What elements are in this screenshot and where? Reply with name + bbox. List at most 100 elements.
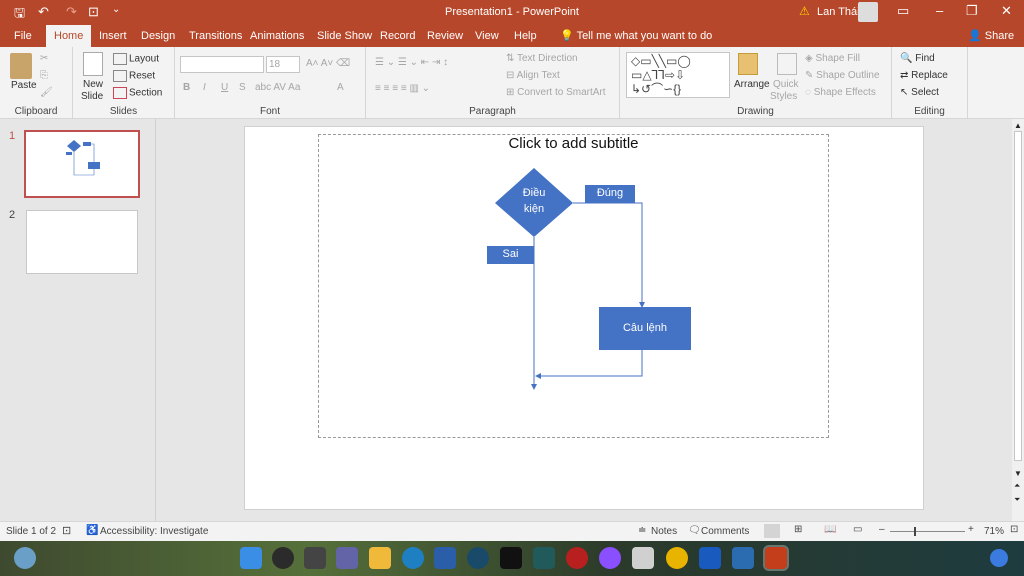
tab-record[interactable]: Record bbox=[374, 25, 421, 47]
slide-thumbnail-2[interactable] bbox=[26, 210, 138, 274]
shapes-gallery[interactable]: ◇▭╲╲▭◯ ▭△⅂⅂⇨⇩ ↳↺⌒∽{} bbox=[626, 52, 730, 98]
text-direction-button[interactable]: ⇅ Text Direction bbox=[506, 53, 578, 64]
scroll-down-icon[interactable]: ▼ bbox=[1014, 469, 1022, 478]
task-view-icon[interactable] bbox=[304, 547, 326, 569]
comments-button[interactable]: Comments bbox=[701, 526, 749, 537]
italic-icon[interactable]: I bbox=[203, 82, 206, 93]
arrange-button[interactable]: Arrange bbox=[734, 79, 770, 90]
start-icon[interactable] bbox=[240, 547, 262, 569]
next-slide-icon[interactable]: ⏷ bbox=[1014, 495, 1020, 505]
powerpoint-icon[interactable] bbox=[763, 545, 789, 571]
notes-button[interactable]: Notes bbox=[651, 526, 677, 537]
search-icon[interactable] bbox=[272, 547, 294, 569]
tab-slide-show[interactable]: Slide Show bbox=[311, 25, 378, 47]
user-name[interactable]: Lan Thái bbox=[817, 6, 860, 18]
tiktok-icon[interactable] bbox=[500, 547, 522, 569]
tab-file[interactable]: File bbox=[8, 25, 38, 47]
styles-label[interactable]: Styles bbox=[770, 91, 797, 102]
comments-icon[interactable]: 🗨 bbox=[688, 525, 701, 536]
share-button[interactable]: 👤 Share bbox=[968, 25, 1014, 47]
app-red-icon[interactable] bbox=[566, 547, 588, 569]
bullets-icon[interactable]: ☰ ⌄ ☰ ⌄ ⇤ ⇥ ↕ bbox=[375, 57, 448, 68]
previous-slide-icon[interactable]: ⏶ bbox=[1014, 481, 1020, 491]
smartart-button[interactable]: ⊞ Convert to SmartArt bbox=[506, 87, 606, 98]
layout-button[interactable]: Layout bbox=[113, 53, 159, 65]
new-slide-label[interactable]: New bbox=[83, 79, 103, 90]
quick-styles-icon[interactable] bbox=[777, 53, 797, 75]
accessibility-icon[interactable]: ♿ bbox=[86, 525, 98, 536]
ribbon-display-icon[interactable]: ▭ bbox=[897, 3, 909, 19]
font-size-input[interactable]: 18 bbox=[266, 56, 300, 73]
find-button[interactable]: 🔍 Find bbox=[900, 53, 935, 64]
new-slide-icon[interactable] bbox=[83, 52, 103, 76]
tab-insert[interactable]: Insert bbox=[93, 25, 133, 47]
grow-font-icon[interactable]: A˄ A˅ ⌫ bbox=[306, 58, 350, 69]
spelling-icon[interactable]: ⊡ bbox=[62, 524, 71, 537]
slide-thumbnail-1[interactable] bbox=[24, 130, 140, 198]
new-slide-label-2[interactable]: Slide bbox=[81, 91, 103, 102]
warning-icon[interactable]: ⚠ bbox=[799, 4, 810, 18]
shape-fill-button[interactable]: ◈ Shape Fill bbox=[805, 53, 860, 64]
store-icon[interactable] bbox=[434, 547, 456, 569]
tab-review[interactable]: Review bbox=[421, 25, 469, 47]
slide-sorter-icon[interactable]: ⊞ bbox=[794, 524, 802, 535]
scroll-up-icon[interactable]: ▲ bbox=[1014, 121, 1022, 130]
word-icon[interactable] bbox=[699, 547, 721, 569]
file-explorer-icon[interactable] bbox=[369, 547, 391, 569]
avatar[interactable] bbox=[858, 2, 878, 22]
underline-icon[interactable]: U bbox=[221, 82, 228, 93]
tell-me-search[interactable]: 💡 Tell me what you want to do bbox=[560, 25, 712, 47]
cut-icon[interactable]: ✂ bbox=[40, 53, 48, 64]
edge-icon[interactable] bbox=[402, 547, 424, 569]
scroll-thumb[interactable] bbox=[1014, 131, 1022, 461]
app-icon[interactable] bbox=[533, 547, 555, 569]
reset-button[interactable]: Reset bbox=[113, 70, 155, 82]
zoom-slider-thumb[interactable] bbox=[914, 527, 916, 536]
strikethrough-icon[interactable]: abc AV Aa bbox=[255, 82, 300, 93]
fit-to-window-icon[interactable]: ⊡ bbox=[1010, 524, 1018, 535]
tab-view[interactable]: View bbox=[469, 25, 505, 47]
quick-label[interactable]: Quick bbox=[773, 79, 799, 90]
tab-transitions[interactable]: Transitions bbox=[183, 25, 248, 47]
paste-button[interactable]: Paste bbox=[11, 80, 37, 91]
tab-help[interactable]: Help bbox=[508, 25, 543, 47]
section-button[interactable]: Section bbox=[113, 87, 162, 99]
zoom-out-icon[interactable]: – bbox=[879, 524, 885, 535]
teams-icon[interactable] bbox=[336, 547, 358, 569]
arrange-icon[interactable] bbox=[738, 53, 758, 75]
copy-icon[interactable]: ⎘ bbox=[40, 70, 48, 81]
zoom-slider[interactable] bbox=[890, 531, 965, 532]
accessibility-status[interactable]: Accessibility: Investigate bbox=[100, 526, 208, 537]
app-white-icon[interactable] bbox=[632, 547, 654, 569]
vertical-scrollbar[interactable]: ▲ ▼ ⏶ ⏷ bbox=[1012, 119, 1024, 521]
close-icon[interactable]: ✕ bbox=[1001, 3, 1012, 19]
reading-view-icon[interactable]: 📖 bbox=[824, 524, 836, 535]
app-blue-icon[interactable] bbox=[732, 547, 754, 569]
restore-icon[interactable]: ❐ bbox=[966, 3, 978, 19]
messenger-icon[interactable] bbox=[599, 547, 621, 569]
minimize-icon[interactable]: – bbox=[936, 3, 943, 18]
notes-icon[interactable]: ≐ bbox=[638, 525, 646, 536]
font-color-icon[interactable]: A bbox=[337, 82, 344, 93]
weather-icon[interactable] bbox=[14, 547, 36, 569]
chrome-icon[interactable] bbox=[666, 547, 688, 569]
tab-animations[interactable]: Animations bbox=[244, 25, 310, 47]
zoom-in-icon[interactable]: + bbox=[968, 524, 974, 535]
font-name-input[interactable] bbox=[180, 56, 264, 73]
tab-home[interactable]: Home bbox=[46, 25, 92, 47]
normal-view-icon[interactable] bbox=[764, 524, 780, 538]
tab-design[interactable]: Design bbox=[135, 25, 181, 47]
select-button[interactable]: ↖ Select bbox=[900, 87, 939, 98]
format-painter-icon[interactable]: 🖌 bbox=[40, 87, 53, 98]
shape-outline-button[interactable]: ✎ Shape Outline bbox=[805, 70, 880, 81]
slide[interactable]: Click to add subtitle Điều kiện Đúng Sai… bbox=[244, 126, 924, 510]
cortana-icon[interactable] bbox=[467, 547, 489, 569]
bold-icon[interactable]: B bbox=[183, 82, 190, 93]
align-left-icon[interactable]: ≡ ≡ ≡ ≡ ▥ ⌄ bbox=[375, 83, 430, 94]
slideshow-icon[interactable]: ▭ bbox=[853, 524, 862, 535]
zoom-level[interactable]: 71% bbox=[984, 526, 1004, 537]
shadow-icon[interactable]: S bbox=[239, 82, 246, 93]
shape-effects-button[interactable]: ◌ Shape Effects bbox=[805, 87, 876, 98]
paste-icon[interactable] bbox=[10, 53, 32, 79]
notification-icon[interactable] bbox=[990, 549, 1008, 567]
